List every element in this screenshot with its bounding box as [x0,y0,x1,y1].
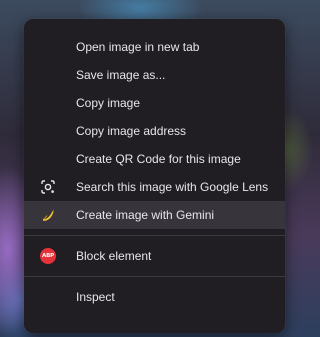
menu-item-copy-image[interactable]: Copy image [24,89,285,117]
menu-item-save-image-as[interactable]: Save image as... [24,61,285,89]
menu-item-label: Inspect [76,290,115,304]
menu-item-search-google-lens[interactable]: Search this image with Google Lens [24,173,285,201]
menu-item-label: Copy image address [76,124,187,138]
menu-item-block-element[interactable]: ABP Block element [24,242,285,270]
menu-item-label: Create QR Code for this image [76,152,241,166]
abp-badge-text: ABP [40,248,56,264]
adblock-plus-icon: ABP [40,248,56,264]
context-menu: Open image in new tab Save image as... C… [24,19,285,333]
menu-item-create-image-gemini[interactable]: Create image with Gemini [24,201,285,229]
menu-separator [24,235,285,236]
menu-item-inspect[interactable]: Inspect [24,283,285,311]
menu-item-open-image-new-tab[interactable]: Open image in new tab [24,33,285,61]
menu-item-label: Block element [76,249,152,263]
banana-icon [40,207,56,223]
menu-item-label: Create image with Gemini [76,208,215,222]
menu-item-label: Search this image with Google Lens [76,180,269,194]
menu-item-label: Save image as... [76,68,166,82]
menu-separator [24,276,285,277]
menu-item-create-qr-code[interactable]: Create QR Code for this image [24,145,285,173]
menu-item-label: Open image in new tab [76,40,200,54]
google-lens-icon [40,179,56,195]
menu-item-copy-image-address[interactable]: Copy image address [24,117,285,145]
menu-item-label: Copy image [76,96,141,110]
